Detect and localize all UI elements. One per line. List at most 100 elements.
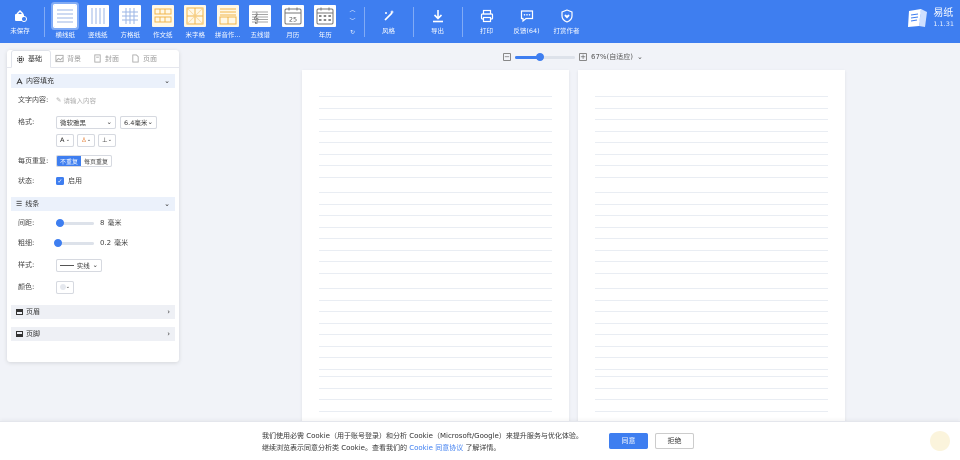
decorative-bubble	[930, 431, 950, 451]
section-content-fill[interactable]: 内容填充 ⌄	[11, 74, 175, 88]
chevron-down-icon: ⌄	[65, 137, 70, 143]
text-content-input[interactable]: ✎ 请输入内容	[56, 95, 96, 105]
cloud-save-icon	[15, 9, 27, 22]
style-label: 样式:	[18, 261, 35, 269]
paper-vertical-lines[interactable]: 竖线纸	[82, 0, 115, 43]
section-footer[interactable]: 页脚 ›	[11, 327, 175, 341]
format-row: 格式: 微软雅黑 ⌄ 6.4毫米 ⌄	[7, 112, 179, 132]
paper-label: 年历	[318, 30, 332, 39]
paper-scroll[interactable]: ︿ ﹀ ↻	[346, 5, 360, 38]
section-title: 内容填充	[26, 77, 54, 85]
export-button[interactable]: 导出	[418, 0, 458, 43]
zoom-slider-handle[interactable]	[536, 52, 545, 61]
top-toolbar: 未保存 横线纸 竖线纸 方格纸 作文纸 米字格 拼音作... 𝄞 五线谱 25 …	[0, 0, 960, 43]
section-lines[interactable]: ☰ 线条 ⌄	[11, 197, 175, 211]
ruled-line	[319, 261, 552, 262]
section-title: 页眉	[26, 308, 40, 316]
style-button[interactable]: 风格	[369, 0, 409, 43]
ruled-line	[595, 238, 828, 239]
format-label: 格式:	[18, 118, 35, 126]
grid-icon	[119, 4, 142, 27]
format-buttons-row: A ⌄ ♙ ⌄ ⊥ ⌄	[7, 130, 179, 150]
ruled-line	[595, 261, 828, 262]
tab-page[interactable]: 页面	[127, 50, 165, 67]
color-label: 颜色:	[18, 283, 35, 291]
font-size-select[interactable]: 6.4毫米 ⌄	[120, 115, 157, 129]
ruled-line	[595, 96, 828, 97]
essay-grid-icon	[151, 4, 174, 27]
feedback-button[interactable]: 反馈(64)	[507, 0, 547, 43]
zoom-slider[interactable]	[515, 52, 575, 61]
unsaved-button[interactable]: 未保存	[0, 0, 40, 43]
paper-pinyin[interactable]: 拼音作...	[212, 0, 245, 43]
zoom-value[interactable]: 67%(自适应)	[591, 52, 633, 62]
align-button[interactable]: ⊥ ⌄	[98, 133, 116, 147]
refresh-icon[interactable]: ↻	[350, 27, 355, 38]
stroke-color-button[interactable]: ♙ ⌄	[77, 133, 95, 147]
tab-background[interactable]: 背景	[51, 50, 89, 67]
spacing-value: 8	[100, 219, 105, 227]
tab-label: 页面	[143, 54, 157, 63]
ruled-line	[319, 345, 552, 347]
paper-label: 作文纸	[153, 30, 173, 39]
font-color-button[interactable]: A ⌄	[56, 133, 74, 147]
tab-cover[interactable]: 封面	[89, 50, 127, 67]
ruled-line	[595, 357, 828, 358]
svg-text:𝄞: 𝄞	[253, 12, 259, 24]
zoom-out-button[interactable]: −	[503, 53, 511, 61]
ruled-line	[319, 299, 552, 301]
ruled-line	[319, 119, 552, 120]
accept-button[interactable]: 同意	[609, 433, 648, 449]
paper-essay[interactable]: 作文纸	[147, 0, 180, 43]
paper-month-calendar[interactable]: 25 月历	[277, 0, 310, 43]
font-select[interactable]: 微软雅黑 ⌄	[56, 115, 116, 129]
paper-label: 竖线纸	[88, 30, 108, 39]
enabled-checkbox[interactable]: ✓	[56, 177, 64, 185]
ruled-line	[319, 376, 552, 377]
paper-mi-grid[interactable]: 米字格	[179, 0, 212, 43]
ruled-line	[319, 142, 552, 143]
zoom-in-button[interactable]: +	[579, 53, 587, 61]
ruled-line	[595, 215, 828, 216]
ruled-line	[595, 107, 828, 109]
tab-basic[interactable]: 基础	[11, 50, 51, 68]
ruled-line	[595, 119, 828, 120]
ruled-line	[595, 165, 828, 166]
donate-button[interactable]: 打赏作者	[547, 0, 587, 43]
status-row: 状态: ✓ 启用	[7, 171, 179, 191]
action-label: 打赏作者	[553, 26, 580, 35]
thickness-slider-handle[interactable]	[53, 238, 62, 247]
ruled-line	[319, 288, 552, 289]
paper-staff[interactable]: 𝄞 五线谱	[244, 0, 277, 43]
reject-button[interactable]: 拒绝	[655, 433, 694, 449]
line-style-select[interactable]: 实线 ⌄	[56, 258, 102, 272]
ruled-line	[319, 368, 552, 370]
paper-horizontal-lines[interactable]: 横线纸	[49, 0, 82, 43]
repeat-option-none[interactable]: 不重复	[57, 156, 82, 166]
vertical-lines-icon	[86, 4, 109, 27]
app-version: 1.1.31	[933, 20, 954, 28]
paper-page-2	[578, 70, 845, 435]
magic-wand-icon	[383, 9, 394, 21]
spacing-slider[interactable]	[55, 218, 94, 227]
paper-grid[interactable]: 方格纸	[114, 0, 147, 43]
cookie-message: 我们使用必需 Cookie（用于账号登录）和分析 Cookie（Microsof…	[262, 430, 583, 454]
chevron-down-icon: ⌄	[147, 118, 153, 126]
print-button[interactable]: 打印	[467, 0, 507, 43]
line-color-picker[interactable]: ⌄	[56, 280, 74, 294]
chevron-down-icon: ⌄	[86, 137, 92, 143]
repeat-option-each[interactable]: 每页重复	[81, 156, 111, 166]
cookie-policy-link[interactable]: Cookie 同意协议	[409, 444, 463, 452]
tab-label: 背景	[67, 54, 81, 63]
chevron-up-icon[interactable]: ︿	[349, 5, 355, 16]
settings-panel: 基础 背景 封面 页面 内容填充 ⌄ 文字内容: ✎ 请输入内容 格式: 微软雅…	[7, 50, 179, 362]
chevron-down-icon[interactable]: ⌄	[637, 53, 643, 61]
section-header[interactable]: 页眉 ›	[11, 305, 175, 319]
ruled-line	[319, 107, 552, 109]
spacing-slider-handle[interactable]	[55, 218, 64, 227]
thickness-unit: 毫米	[114, 239, 129, 247]
paper-label: 拼音作...	[214, 30, 241, 39]
chevron-down-icon[interactable]: ﹀	[349, 16, 355, 27]
paper-year-calendar[interactable]: 年历	[309, 0, 342, 43]
thickness-slider[interactable]	[53, 238, 94, 247]
